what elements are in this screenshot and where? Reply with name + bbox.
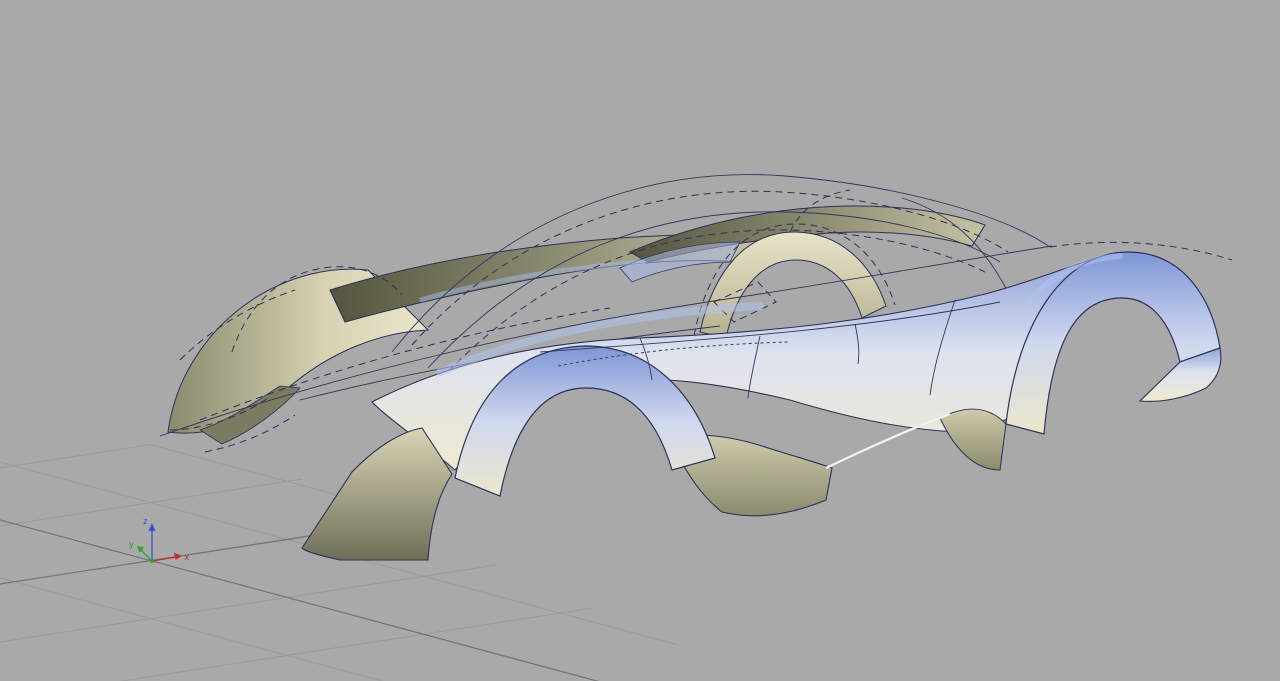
- cad-viewport[interactable]: z y x: [0, 0, 1280, 681]
- viewport-3d-canvas[interactable]: z y x: [0, 0, 1280, 681]
- axis-y-label: y: [129, 540, 135, 550]
- axis-z-label: z: [143, 517, 148, 527]
- axis-x-label: x: [184, 553, 190, 563]
- axis-origin-point: [149, 558, 155, 564]
